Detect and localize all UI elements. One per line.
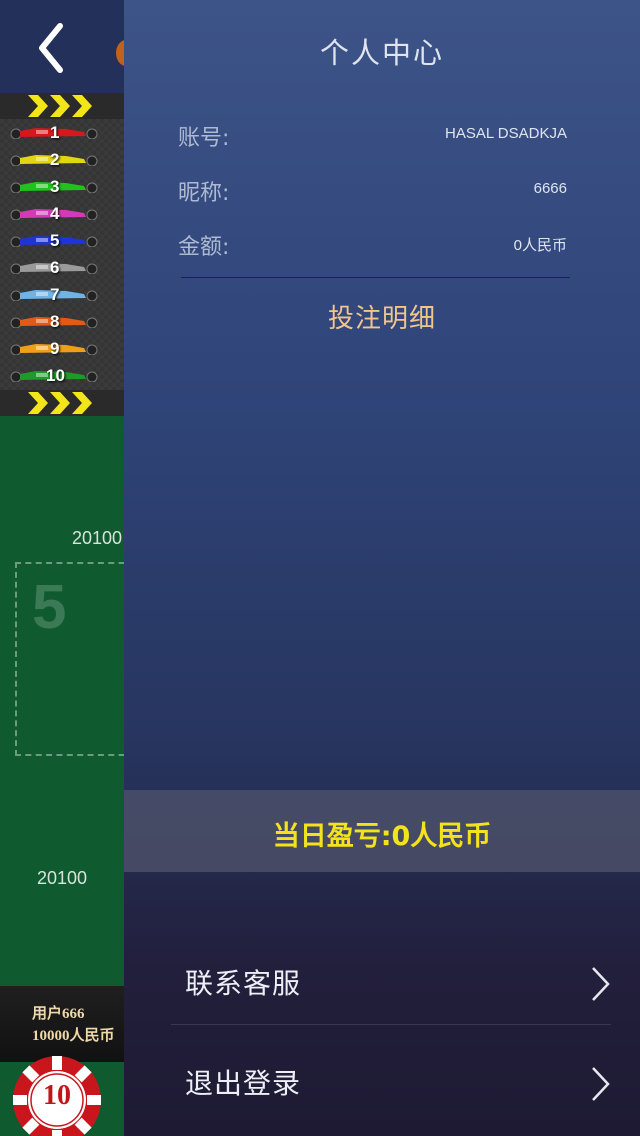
amount-label: 金额:	[178, 235, 230, 260]
car-row: 9	[6, 337, 106, 363]
chevron-stripe-bottom	[0, 390, 124, 416]
round-label-bottom: 20100	[37, 868, 88, 888]
car-row: 8	[6, 310, 106, 336]
car-number: 5	[50, 231, 60, 250]
car-row: 4	[6, 202, 106, 228]
logout-button[interactable]: 退出登录	[171, 1030, 611, 1130]
car-number: 10	[46, 366, 65, 385]
divider	[181, 277, 570, 278]
round-label-top: 20100	[72, 528, 123, 548]
account-value: HASAL DSADKJA	[445, 125, 567, 142]
car-number: 6	[50, 258, 60, 277]
chevron-right-icon	[592, 1067, 610, 1101]
chip-value: 10	[43, 1080, 71, 1111]
contact-service-label: 联系客服	[185, 967, 302, 1000]
car-row: 7	[6, 283, 106, 309]
car-row: 1	[6, 121, 106, 147]
back-button[interactable]	[30, 20, 80, 76]
car-number: 9	[50, 339, 60, 358]
chevron-stripe-top	[0, 93, 124, 119]
bet-detail-link[interactable]: 投注明细	[124, 298, 640, 335]
amount-value: 0人民币	[513, 237, 567, 254]
car-number: 7	[50, 285, 60, 304]
account-label: 账号:	[178, 126, 230, 151]
panel-title: 个人中心	[319, 36, 444, 70]
car-row: 2	[6, 148, 106, 174]
daily-pnl-text: 当日盈亏:0人民币	[272, 821, 492, 852]
car-list: 1 2 3 4 5 6 7 8 9 10	[0, 119, 124, 390]
user-balance: 10000人民币	[32, 1028, 115, 1044]
car-number: 3	[50, 177, 60, 196]
nickname-label: 昵称:	[178, 181, 230, 206]
chevron-right-icon	[592, 967, 610, 1001]
car-number: 1	[50, 123, 60, 142]
chevron-left-icon	[39, 23, 63, 73]
car-number: 8	[50, 312, 60, 331]
car-row: 5	[6, 229, 106, 255]
personal-center-panel: 个人中心 账号: HASAL DSADKJA 昵称: 6666 金额: 0人民币…	[124, 0, 640, 1136]
car-number: 2	[50, 150, 60, 169]
nickname-value: 6666	[533, 180, 567, 197]
daily-pnl-bar: 当日盈亏:0人民币	[124, 790, 640, 872]
car-number: 4	[50, 204, 60, 223]
car-row: 10	[6, 364, 106, 390]
car-row: 3	[6, 175, 106, 201]
contact-service-button[interactable]: 联系客服	[171, 930, 611, 1030]
logout-label: 退出登录	[185, 1067, 302, 1100]
user-name: 用户666	[32, 1006, 85, 1022]
game-background: 1 2 3 4 5 6 7 8 9 10 20100 5 20100 用户666 10000人民币…	[0, 0, 124, 1136]
car-row: 6	[6, 256, 106, 282]
bet-slot-number: 5	[32, 573, 67, 642]
divider	[171, 1024, 611, 1025]
